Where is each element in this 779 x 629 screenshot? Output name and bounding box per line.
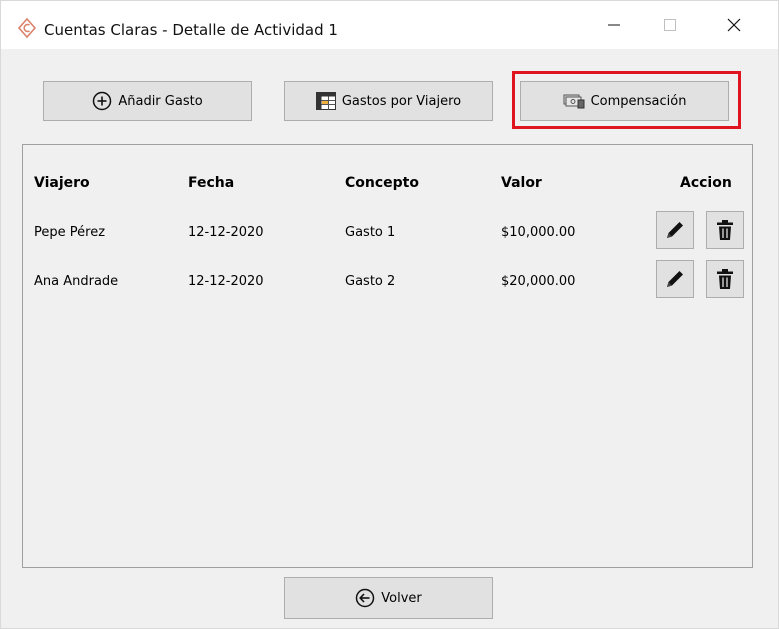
maximize-button[interactable] bbox=[647, 1, 693, 49]
close-icon bbox=[727, 18, 741, 32]
minimize-icon bbox=[608, 24, 620, 26]
cell-valor: $20,000.00 bbox=[501, 274, 576, 289]
cell-viajero: Pepe Pérez bbox=[34, 225, 106, 240]
expenses-by-traveler-button[interactable]: Gastos por Viajero bbox=[284, 81, 493, 121]
column-header-fecha: Fecha bbox=[188, 175, 235, 191]
edit-pencil-icon bbox=[667, 271, 683, 287]
cell-fecha: 12-12-2020 bbox=[188, 225, 264, 240]
expenses-table: Viajero Fecha Concepto Valor Accion Pepe… bbox=[22, 144, 753, 568]
add-expense-label: Añadir Gasto bbox=[118, 93, 203, 109]
delete-button[interactable] bbox=[706, 211, 744, 249]
compensation-label: Compensación bbox=[590, 93, 687, 109]
column-header-valor: Valor bbox=[501, 175, 542, 191]
add-expense-button[interactable]: Añadir Gasto bbox=[43, 81, 252, 121]
cell-concepto: Gasto 1 bbox=[345, 225, 396, 240]
back-arrow-icon bbox=[356, 588, 375, 608]
edit-pencil-icon bbox=[667, 222, 683, 238]
cell-fecha: 12-12-2020 bbox=[188, 274, 264, 289]
trash-icon bbox=[717, 220, 733, 240]
edit-button[interactable] bbox=[656, 260, 694, 298]
table-icon bbox=[315, 92, 336, 110]
title-bar[interactable]: Cuentas Claras - Detalle de Actividad 1 bbox=[1, 1, 778, 49]
cell-viajero: Ana Andrade bbox=[34, 274, 119, 289]
money-icon bbox=[563, 94, 585, 109]
close-button[interactable] bbox=[711, 1, 757, 49]
back-label: Volver bbox=[381, 590, 422, 606]
app-logo-icon bbox=[17, 18, 37, 38]
cell-concepto: Gasto 2 bbox=[345, 274, 396, 289]
cell-valor: $10,000.00 bbox=[501, 225, 576, 240]
window-title: Cuentas Claras - Detalle de Actividad 1 bbox=[44, 21, 338, 39]
delete-button[interactable] bbox=[706, 260, 744, 298]
expenses-by-traveler-label: Gastos por Viajero bbox=[341, 93, 462, 109]
compensation-button[interactable]: Compensación bbox=[520, 81, 729, 121]
column-header-viajero: Viajero bbox=[34, 175, 90, 191]
maximize-icon bbox=[664, 19, 676, 31]
column-header-accion: Accion bbox=[680, 175, 732, 191]
add-circle-icon bbox=[93, 91, 112, 111]
minimize-button[interactable] bbox=[591, 1, 637, 49]
app-window: Cuentas Claras - Detalle de Actividad 1 … bbox=[0, 0, 779, 629]
edit-button[interactable] bbox=[656, 211, 694, 249]
trash-icon bbox=[717, 269, 733, 289]
column-header-concepto: Concepto bbox=[345, 175, 419, 191]
back-button[interactable]: Volver bbox=[284, 577, 493, 619]
